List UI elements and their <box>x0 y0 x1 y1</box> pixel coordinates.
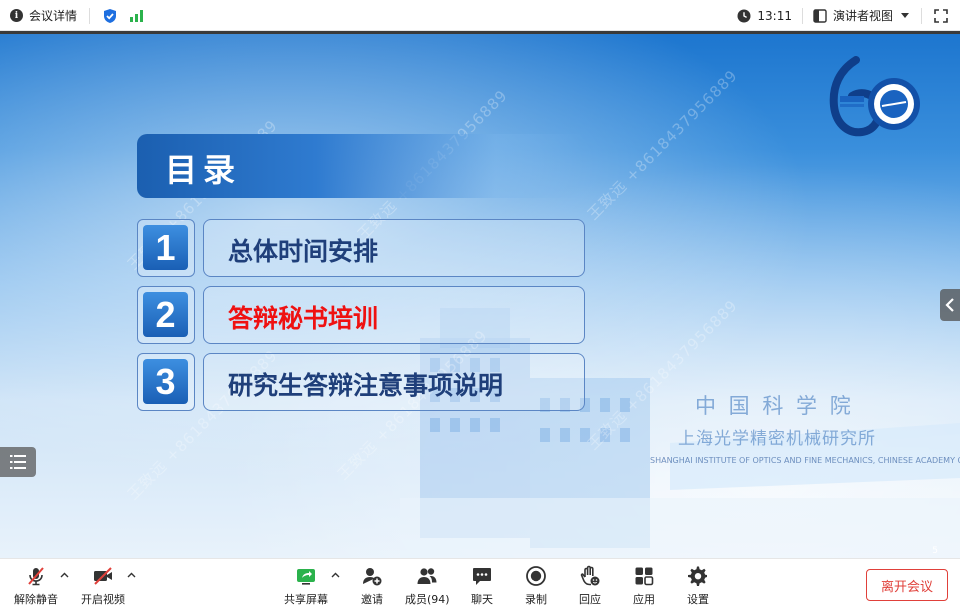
list-icon <box>10 455 26 469</box>
meeting-info-button[interactable]: i 会议详情 <box>10 7 77 24</box>
video-options-chevron-up-icon[interactable] <box>127 571 136 580</box>
reactions-button[interactable]: 回应 <box>579 565 601 607</box>
sign-line-3: SHANGHAI INSTITUTE OF OPTICS AND FINE ME… <box>650 456 960 465</box>
chevron-left-icon <box>945 298 954 312</box>
toc-item-box: 研究生答辩注意事项说明 <box>203 353 585 411</box>
divider <box>801 7 803 24</box>
unmute-button[interactable]: 解除静音 <box>14 565 58 607</box>
toc-number-box: 3 <box>137 353 195 411</box>
add-person-icon <box>363 568 382 586</box>
top-bar: i 会议详情 13:11 演讲者视图 <box>0 0 960 31</box>
meeting-info-label: 会议详情 <box>29 9 78 23</box>
shared-slide: 中 国 科 学 院 上海光学精密机械研究所 SHANGHAI INSTITUTE… <box>0 34 960 558</box>
record-label: 录制 <box>525 593 547 606</box>
slide-page-number: 5 <box>932 546 938 556</box>
share-screen-label: 共享屏幕 <box>284 593 328 606</box>
toc-item-3: 3 研究生答辩注意事项说明 <box>137 353 585 411</box>
chat-icon <box>473 568 491 585</box>
view-selector[interactable]: 演讲者视图 <box>813 7 909 24</box>
clock-icon <box>737 9 751 22</box>
side-panel-toggle[interactable] <box>940 289 960 321</box>
share-options-chevron-up-icon[interactable] <box>331 571 340 580</box>
video-off-icon <box>94 567 112 585</box>
toc-item-label-active: 答辩秘书培训 <box>228 304 379 333</box>
share-screen-button[interactable]: 共享屏幕 <box>284 565 328 607</box>
reactions-label: 回应 <box>579 593 601 606</box>
participants-icon <box>417 568 437 584</box>
info-icon: i <box>10 9 23 22</box>
chevron-down-icon <box>901 13 909 18</box>
settings-label: 设置 <box>687 593 709 606</box>
audio-options-chevron-up-icon[interactable] <box>60 571 69 580</box>
apps-button[interactable]: 应用 <box>633 565 655 607</box>
toc-header: 目录 <box>137 134 585 198</box>
toc-item-2: 2 答辩秘书培训 <box>137 286 585 344</box>
leave-meeting-button[interactable]: 离开会议 <box>866 569 948 601</box>
raise-hand-icon <box>580 565 600 586</box>
share-screen-icon <box>297 569 315 585</box>
apps-label: 应用 <box>633 593 655 606</box>
signal-icon[interactable] <box>130 9 144 22</box>
slide-list-toggle[interactable] <box>0 447 36 477</box>
start-video-label: 开启视频 <box>81 593 125 606</box>
shield-icon[interactable] <box>102 8 118 24</box>
sign-line-2: 上海光学精密机械研究所 <box>678 429 876 449</box>
start-video-button[interactable]: 开启视频 <box>81 565 125 607</box>
unmute-label: 解除静音 <box>14 593 58 606</box>
invite-label: 邀请 <box>361 593 383 606</box>
fullscreen-icon[interactable] <box>934 8 948 23</box>
meeting-time: 13:11 <box>757 8 792 23</box>
toc-item-label: 总体时间安排 <box>228 237 379 266</box>
settings-button[interactable]: 设置 <box>687 565 709 607</box>
record-icon <box>526 566 546 586</box>
divider <box>921 7 922 24</box>
view-label: 演讲者视图 <box>832 9 893 23</box>
toc-item-box: 总体时间安排 <box>203 219 585 277</box>
gear-icon <box>688 566 707 586</box>
toc-number: 3 <box>143 359 188 404</box>
divider <box>89 7 91 24</box>
toc-title: 目录 <box>165 151 242 189</box>
anniversary-60-logo <box>829 56 920 137</box>
toc-number-box: 1 <box>137 219 195 277</box>
meeting-toolbar: 解除静音 开启视频 共享屏幕 邀请 成员(94) 聊天 录制 回应 应用 设置 … <box>0 558 960 610</box>
apps-grid-icon <box>635 567 654 586</box>
members-label: 成员(94) <box>405 593 450 606</box>
toc-item-1: 1 总体时间安排 <box>137 219 585 277</box>
toc-item-label: 研究生答辩注意事项说明 <box>228 371 504 400</box>
toc-number: 2 <box>143 292 188 337</box>
microphone-muted-icon <box>28 567 44 586</box>
toc-number-box: 2 <box>137 286 195 344</box>
toc-number: 1 <box>143 225 188 270</box>
toc-item-box: 答辩秘书培训 <box>203 286 585 344</box>
members-button[interactable]: 成员(94) <box>405 565 450 607</box>
record-button[interactable]: 录制 <box>525 565 547 607</box>
chat-label: 聊天 <box>471 593 493 606</box>
invite-button[interactable]: 邀请 <box>361 565 383 607</box>
chat-button[interactable]: 聊天 <box>471 565 493 607</box>
speaker-view-icon <box>813 8 827 23</box>
sign-line-1: 中 国 科 学 院 <box>695 394 854 418</box>
